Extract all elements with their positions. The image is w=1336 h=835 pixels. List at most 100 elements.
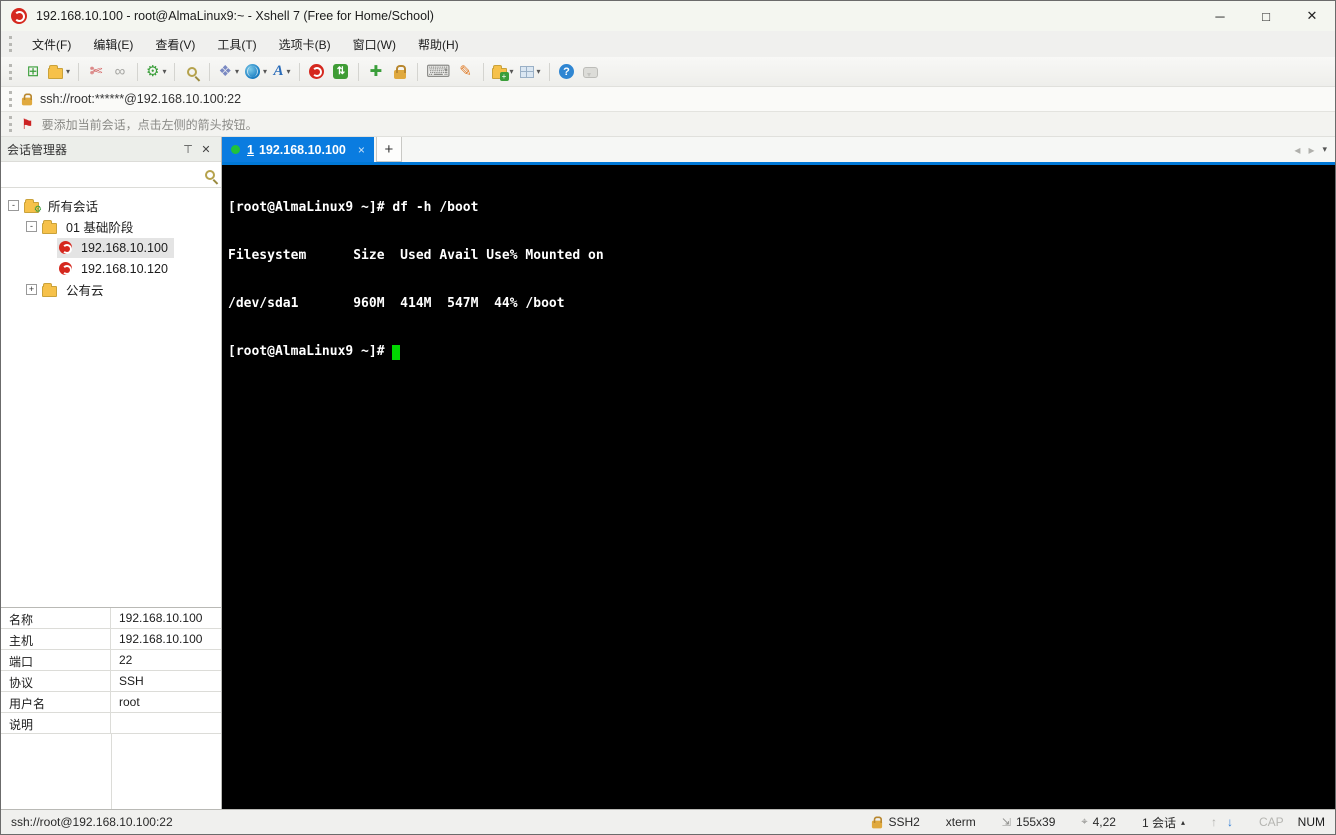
- collapse-icon[interactable]: -: [8, 200, 19, 211]
- xshell-button[interactable]: [305, 60, 329, 84]
- status-bar: ssh://root@192.168.10.100:22 SSH2 xterm …: [1, 809, 1335, 834]
- collapse-icon[interactable]: -: [26, 221, 37, 232]
- tree-label[interactable]: 192.168.10.120: [77, 260, 172, 278]
- selected-session[interactable]: 192.168.10.100: [57, 237, 174, 258]
- font-button[interactable]: A ▾: [270, 60, 294, 84]
- new-session-icon: ⊞: [26, 63, 40, 80]
- property-label: 说明: [1, 713, 111, 733]
- session-search-input[interactable]: [7, 165, 205, 184]
- addressbar-grip[interactable]: [9, 91, 14, 107]
- expand-icon[interactable]: +: [26, 284, 37, 295]
- terminal-prompt-line: [root@AlmaLinux9 ~]#: [228, 344, 1329, 360]
- maximize-button[interactable]: □: [1243, 1, 1289, 31]
- toolbar-separator: [209, 62, 211, 81]
- tree-label[interactable]: 192.168.10.100: [77, 239, 172, 257]
- address-url[interactable]: ssh://root:******@192.168.10.100:22: [40, 92, 241, 106]
- terminal-cursor: [392, 344, 401, 360]
- tile-windows-button[interactable]: ▾: [517, 60, 544, 84]
- menu-window[interactable]: 窗口(W): [342, 32, 407, 57]
- compose-button[interactable]: ✎: [454, 60, 478, 84]
- menu-tabs[interactable]: 选项卡(B): [268, 32, 342, 57]
- toolbar-separator: [548, 62, 550, 81]
- find-button[interactable]: [180, 60, 204, 84]
- font-icon: A: [273, 63, 284, 79]
- color-scheme-button[interactable]: ❖ ▾: [215, 60, 241, 84]
- toolbar-separator: [357, 62, 359, 81]
- tab-close-icon[interactable]: ×: [358, 143, 365, 157]
- tree-item-session-120[interactable]: 192.168.10.120: [1, 258, 221, 279]
- search-icon: [187, 66, 198, 77]
- status-session-count[interactable]: 1 会话 ▴: [1142, 814, 1185, 831]
- tab-session-100[interactable]: 1 192.168.10.100 ×: [222, 137, 374, 162]
- help-icon: ?: [559, 64, 575, 79]
- menu-file[interactable]: 文件(F): [21, 32, 82, 57]
- tab-list-dropdown-icon[interactable]: ▾: [1322, 144, 1327, 155]
- status-connection-url: ssh://root@192.168.10.100:22: [11, 815, 173, 829]
- lock-screen-button[interactable]: [388, 60, 412, 84]
- flag-icon[interactable]: ⚑: [21, 116, 34, 133]
- new-file-button[interactable]: + ▾: [489, 60, 517, 84]
- tree-item-group-basic[interactable]: - 01 基础阶段: [1, 216, 221, 237]
- toolbar-grip[interactable]: [9, 63, 14, 80]
- status-screen-size: ⇲ 155x39: [1002, 815, 1056, 829]
- dropdown-arrow-icon: ▾: [234, 67, 239, 76]
- property-label: 主机: [1, 629, 111, 649]
- new-tab-button[interactable]: +: [375, 137, 402, 162]
- session-menu-icon[interactable]: ▴: [1181, 818, 1185, 827]
- infobar-grip[interactable]: [9, 116, 14, 132]
- session-properties-button[interactable]: ⚙ ▾: [143, 60, 169, 84]
- tree-label[interactable]: 01 基础阶段: [62, 215, 137, 238]
- tree-item-public-cloud[interactable]: + 公有云: [1, 279, 221, 300]
- scroll-up-icon[interactable]: ↑: [1211, 815, 1217, 829]
- status-cursor-position: ⌖ 4,22: [1081, 815, 1116, 829]
- tree-item-all-sessions[interactable]: - ⚙ 所有会话: [1, 195, 221, 216]
- session-properties-icon: ⚙: [146, 63, 160, 80]
- open-session-button[interactable]: ▾: [45, 60, 73, 84]
- new-session-button[interactable]: ⊞: [21, 60, 45, 84]
- virtual-keyboard-button[interactable]: ⌨: [423, 60, 454, 84]
- menubar-grip[interactable]: [9, 36, 14, 52]
- session-icon: [59, 241, 72, 254]
- menu-tools[interactable]: 工具(T): [206, 32, 267, 57]
- menu-help[interactable]: 帮助(H): [407, 32, 470, 57]
- close-button[interactable]: ✕: [1289, 1, 1335, 31]
- help-button[interactable]: ?: [555, 60, 579, 84]
- terminal-line: /dev/sda1 960M 414M 547M 44% /boot: [228, 296, 565, 311]
- tree-item-session-100[interactable]: 192.168.10.100: [1, 237, 221, 258]
- terminal-screen[interactable]: [root@AlmaLinux9 ~]# df -h /boot Filesys…: [222, 165, 1335, 809]
- gear-icon: ⚙: [33, 203, 42, 214]
- pin-button[interactable]: ⊤: [179, 140, 197, 158]
- tab-scroll-left-icon[interactable]: ◂: [1294, 143, 1300, 157]
- search-icon[interactable]: [205, 169, 215, 180]
- panel-close-button[interactable]: ✕: [197, 140, 215, 158]
- chat-button[interactable]: [579, 60, 603, 84]
- address-bar: ssh://root:******@192.168.10.100:22: [1, 87, 1335, 112]
- session-icon: [59, 262, 72, 275]
- toolbar-separator: [482, 62, 484, 81]
- status-terminal-type[interactable]: xterm: [946, 815, 976, 829]
- disconnect-button[interactable]: ✄: [84, 60, 108, 84]
- tree-label[interactable]: 所有会话: [44, 194, 102, 217]
- chat-icon: [583, 67, 599, 78]
- tab-index: 1: [247, 142, 254, 157]
- menu-view[interactable]: 查看(V): [144, 32, 206, 57]
- session-count-label: 1 会话: [1141, 815, 1176, 830]
- caps-lock-indicator: CAP: [1258, 815, 1284, 829]
- xshell-logo-icon: [11, 8, 27, 24]
- scroll-down-icon[interactable]: ↓: [1227, 815, 1233, 829]
- protocol-label: SSH2: [888, 815, 920, 829]
- minimize-button[interactable]: ─: [1197, 1, 1243, 31]
- menu-edit[interactable]: 编辑(E): [82, 32, 144, 57]
- terminal-line: Filesystem Size Used Avail Use% Mounted …: [228, 248, 604, 263]
- title-bar: 192.168.10.100 - root@AlmaLinux9:~ - Xsh…: [1, 1, 1335, 31]
- folder-icon: [42, 282, 57, 297]
- tree-label[interactable]: 公有云: [62, 278, 108, 301]
- tab-scroll-right-icon[interactable]: ▸: [1308, 143, 1314, 157]
- fullscreen-button[interactable]: ✚: [364, 60, 388, 84]
- property-row: 端口 22: [1, 650, 221, 671]
- reconnect-button[interactable]: ∞: [108, 60, 132, 84]
- property-value: root: [119, 695, 140, 709]
- xshell-icon: [309, 64, 325, 79]
- web-browser-button[interactable]: ▾: [242, 60, 270, 84]
- xftp-button[interactable]: ⇅: [329, 60, 353, 84]
